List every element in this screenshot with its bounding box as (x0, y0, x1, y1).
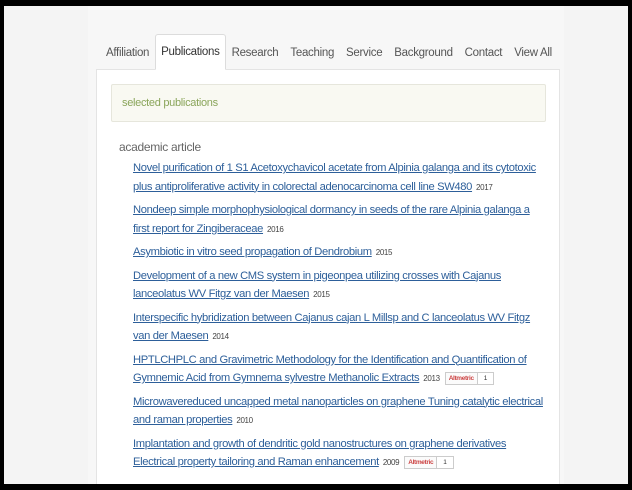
subsection-heading: academic article (119, 140, 201, 154)
list-item: Microwavereduced uncapped metal nanopart… (133, 393, 543, 431)
tab-research[interactable]: Research (226, 34, 285, 70)
altmetric-score: 1 (443, 458, 447, 466)
profile-page: Affiliation Publications Research Teachi… (88, 6, 564, 484)
altmetric-logo: Altmetric (405, 456, 438, 468)
publication-year: 2013 (423, 374, 440, 383)
left-margin (4, 6, 88, 484)
tab-contact[interactable]: Contact (459, 34, 509, 70)
publication-year: 2015 (375, 248, 393, 257)
publication-year: 2010 (236, 416, 253, 425)
publications-panel: selected publications academic article N… (96, 69, 560, 484)
tab-view-all[interactable]: View All (508, 34, 558, 70)
publication-link[interactable]: Microwavereduced uncapped metal nanopart… (133, 396, 543, 427)
altmetric-badge[interactable]: Altmetric 1 (404, 455, 454, 469)
list-item: Implantation and growth of dendritic gol… (133, 435, 543, 473)
altmetric-badge[interactable]: Altmetric 1 (444, 371, 494, 385)
publication-year: 2017 (476, 182, 493, 192)
publication-link[interactable]: Asymbiotic in vitro seed propagation of … (133, 246, 372, 258)
altmetric-score: 1 (483, 374, 488, 382)
publication-year: 2014 (212, 332, 229, 341)
tab-service[interactable]: Service (340, 34, 388, 70)
tab-affiliation[interactable]: Affiliation (100, 34, 155, 70)
browser-viewport: Affiliation Publications Research Teachi… (4, 6, 628, 484)
list-item: HPTLCHPLC and Gravimetric Methodology fo… (133, 351, 543, 389)
publication-year: 2015 (313, 290, 330, 299)
tab-publications[interactable]: Publications (155, 34, 226, 70)
publication-list: Novel purification of 1 S1 Acetoxychavic… (133, 159, 543, 477)
list-item: Nondeep simple morphophysiological dorma… (133, 201, 543, 239)
list-item: Development of a new CMS system in pigeo… (133, 267, 543, 305)
section-header: selected publications (111, 84, 546, 122)
tab-background[interactable]: Background (388, 34, 458, 70)
publication-year: 2016 (267, 224, 284, 234)
tab-teaching[interactable]: Teaching (284, 34, 340, 70)
publication-year: 2009 (382, 458, 400, 467)
profile-tabs: Affiliation Publications Research Teachi… (100, 34, 558, 70)
list-item: Novel purification of 1 S1 Acetoxychavic… (133, 159, 543, 197)
altmetric-logo: Altmetric (445, 372, 478, 384)
section-heading: selected publications (122, 97, 218, 109)
publication-link[interactable]: Nondeep simple morphophysiological dorma… (133, 204, 530, 235)
list-item: Interspecific hybridization between Caja… (133, 309, 543, 347)
right-margin (564, 6, 628, 484)
publication-link[interactable]: Interspecific hybridization between Caja… (133, 312, 530, 343)
list-item: Asymbiotic in vitro seed propagation of … (133, 243, 543, 263)
